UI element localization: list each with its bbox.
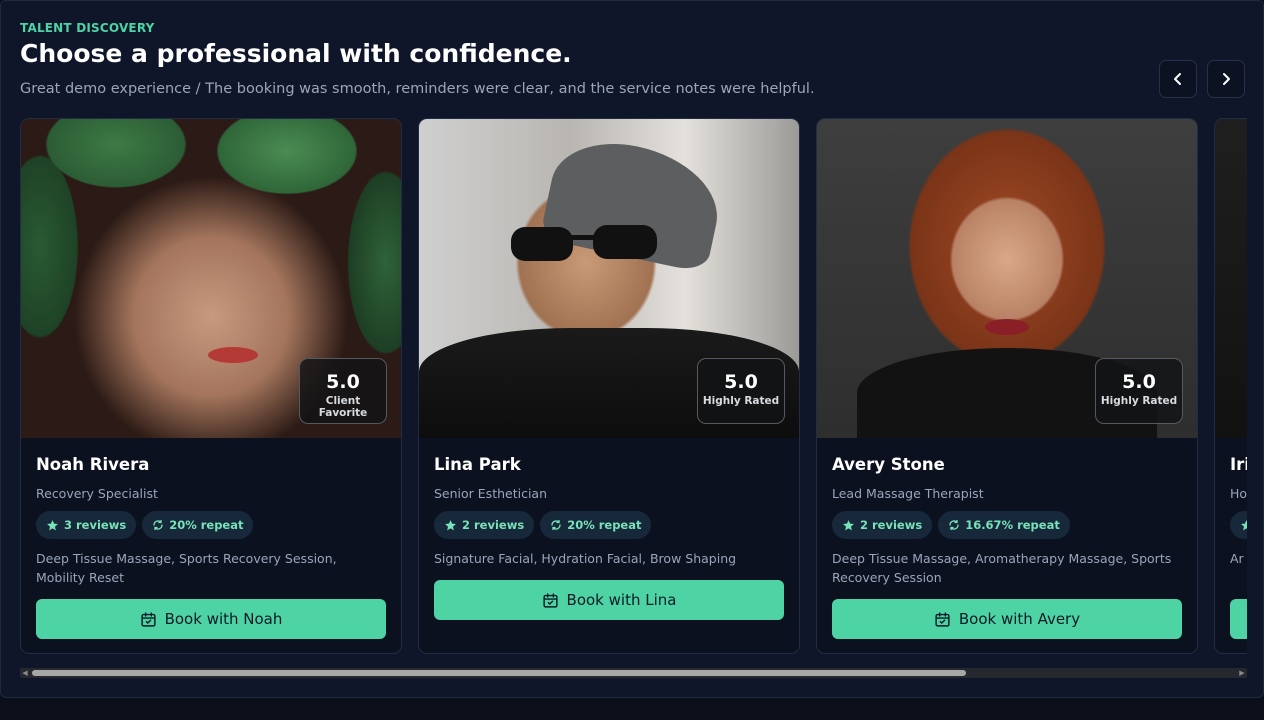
- section-eyebrow: TALENT DISCOVERY: [20, 21, 155, 35]
- services-list: Deep Tissue Massage, Sports Recovery Ses…: [36, 551, 337, 585]
- professional-name: Lina Park: [434, 455, 521, 474]
- refresh-icon: [551, 519, 561, 531]
- page-subtitle: Great demo experience / The booking was …: [20, 81, 815, 97]
- repeat-pill: 16.67% repeat: [938, 511, 1070, 539]
- book-button[interactable]: Book with Lina: [434, 580, 784, 620]
- professional-name: Iri: [1230, 455, 1247, 474]
- book-button[interactable]: Book with Avery: [832, 599, 1182, 639]
- carousel-prev-button[interactable]: [1159, 60, 1197, 98]
- refresh-icon: [153, 519, 163, 531]
- star-icon: [47, 519, 58, 530]
- rating-label: Highly Rated: [702, 394, 780, 407]
- book-button-label: Book with Lina: [566, 591, 677, 609]
- services-list: Deep Tissue Massage, Aromatherapy Massag…: [832, 551, 1172, 585]
- card-body: Noah Rivera Recovery Specialist 3 review…: [36, 455, 386, 587]
- carousel-next-button[interactable]: [1207, 60, 1245, 98]
- stats-pills: 3 reviews 20% repeat: [36, 511, 386, 539]
- calendar-check-icon: [542, 592, 558, 608]
- professional-card: Iri Ho Ar: [1214, 118, 1247, 654]
- photo-detail: [208, 347, 258, 363]
- services-list: Signature Facial, Hydration Facial, Brow…: [434, 551, 737, 566]
- talent-discovery-panel: TALENT DISCOVERY Choose a professional w…: [0, 0, 1264, 698]
- book-button[interactable]: [1230, 599, 1247, 639]
- professional-role: Recovery Specialist: [36, 486, 158, 501]
- repeat-rate: 16.67% repeat: [965, 518, 1060, 532]
- reviews-count: 2 reviews: [462, 518, 525, 532]
- professional-photo: 5.0 Client Favorite: [21, 119, 401, 438]
- reviews-pill: 2 reviews: [832, 511, 933, 539]
- reviews-pill: 3 reviews: [36, 511, 137, 539]
- book-button-label: Book with Avery: [958, 610, 1081, 628]
- photo-detail: [511, 225, 657, 261]
- professional-photo: [1215, 119, 1247, 438]
- card-body: Avery Stone Lead Massage Therapist 2 rev…: [832, 455, 1182, 587]
- rating-value: 5.0: [1122, 371, 1156, 393]
- professional-photo: 5.0 Highly Rated: [419, 119, 799, 438]
- repeat-rate: 20% repeat: [567, 518, 642, 532]
- card-body: Iri Ho Ar: [1230, 455, 1247, 568]
- reviews-pill: [1230, 511, 1247, 539]
- stats-pills: 2 reviews 20% repeat: [434, 511, 784, 539]
- scrollbar-thumb[interactable]: [32, 670, 966, 676]
- chevron-left-icon: [1174, 73, 1181, 85]
- photo-detail: [985, 319, 1029, 335]
- carousel-track: 5.0 Client Favorite Noah Rivera Recovery…: [20, 118, 1247, 654]
- professional-photo: 5.0 Highly Rated: [817, 119, 1197, 438]
- rating-value: 5.0: [724, 371, 758, 393]
- refresh-icon: [949, 519, 959, 531]
- star-icon: [1241, 519, 1247, 530]
- reviews-count: 3 reviews: [64, 518, 127, 532]
- professional-name: Noah Rivera: [36, 455, 150, 474]
- professional-card: 5.0 Highly Rated Avery Stone Lead Massag…: [816, 118, 1198, 654]
- repeat-pill: 20% repeat: [540, 511, 652, 539]
- chevron-right-icon: [1223, 73, 1230, 85]
- horizontal-scrollbar[interactable]: ◀ ▶: [20, 668, 1247, 678]
- scroll-left-arrow-icon[interactable]: ◀: [20, 668, 30, 678]
- professional-name: Avery Stone: [832, 455, 945, 474]
- rating-badge: 5.0 Highly Rated: [1095, 358, 1183, 424]
- repeat-pill: 20% repeat: [142, 511, 254, 539]
- reviews-pill: 2 reviews: [434, 511, 535, 539]
- professional-role: Lead Massage Therapist: [832, 486, 984, 501]
- stats-pills: 2 reviews 16.67% repeat: [832, 511, 1182, 539]
- professional-card: 5.0 Client Favorite Noah Rivera Recovery…: [20, 118, 402, 654]
- star-icon: [843, 519, 854, 530]
- reviews-count: 2 reviews: [860, 518, 923, 532]
- rating-badge: 5.0 Highly Rated: [697, 358, 785, 424]
- book-button-label: Book with Noah: [164, 610, 283, 628]
- services-list: Ar: [1230, 551, 1244, 566]
- page-title: Choose a professional with confidence.: [20, 39, 572, 68]
- card-body: Lina Park Senior Esthetician 2 reviews 2…: [434, 455, 784, 568]
- rating-label: Client Favorite: [318, 394, 368, 419]
- rating-label: Highly Rated: [1100, 394, 1178, 407]
- calendar-check-icon: [141, 611, 156, 627]
- rating-badge: 5.0 Client Favorite: [299, 358, 387, 424]
- calendar-check-icon: [935, 611, 950, 627]
- rating-value: 5.0: [326, 371, 360, 393]
- professional-role: Senior Esthetician: [434, 486, 548, 501]
- repeat-rate: 20% repeat: [169, 518, 244, 532]
- professional-role: Ho: [1230, 486, 1247, 501]
- professionals-carousel[interactable]: 5.0 Client Favorite Noah Rivera Recovery…: [20, 118, 1247, 658]
- professional-card: 5.0 Highly Rated Lina Park Senior Esthet…: [418, 118, 800, 654]
- stats-pills: [1230, 511, 1247, 539]
- book-button[interactable]: Book with Noah: [36, 599, 386, 639]
- star-icon: [445, 519, 456, 530]
- scroll-right-arrow-icon[interactable]: ▶: [1237, 668, 1247, 678]
